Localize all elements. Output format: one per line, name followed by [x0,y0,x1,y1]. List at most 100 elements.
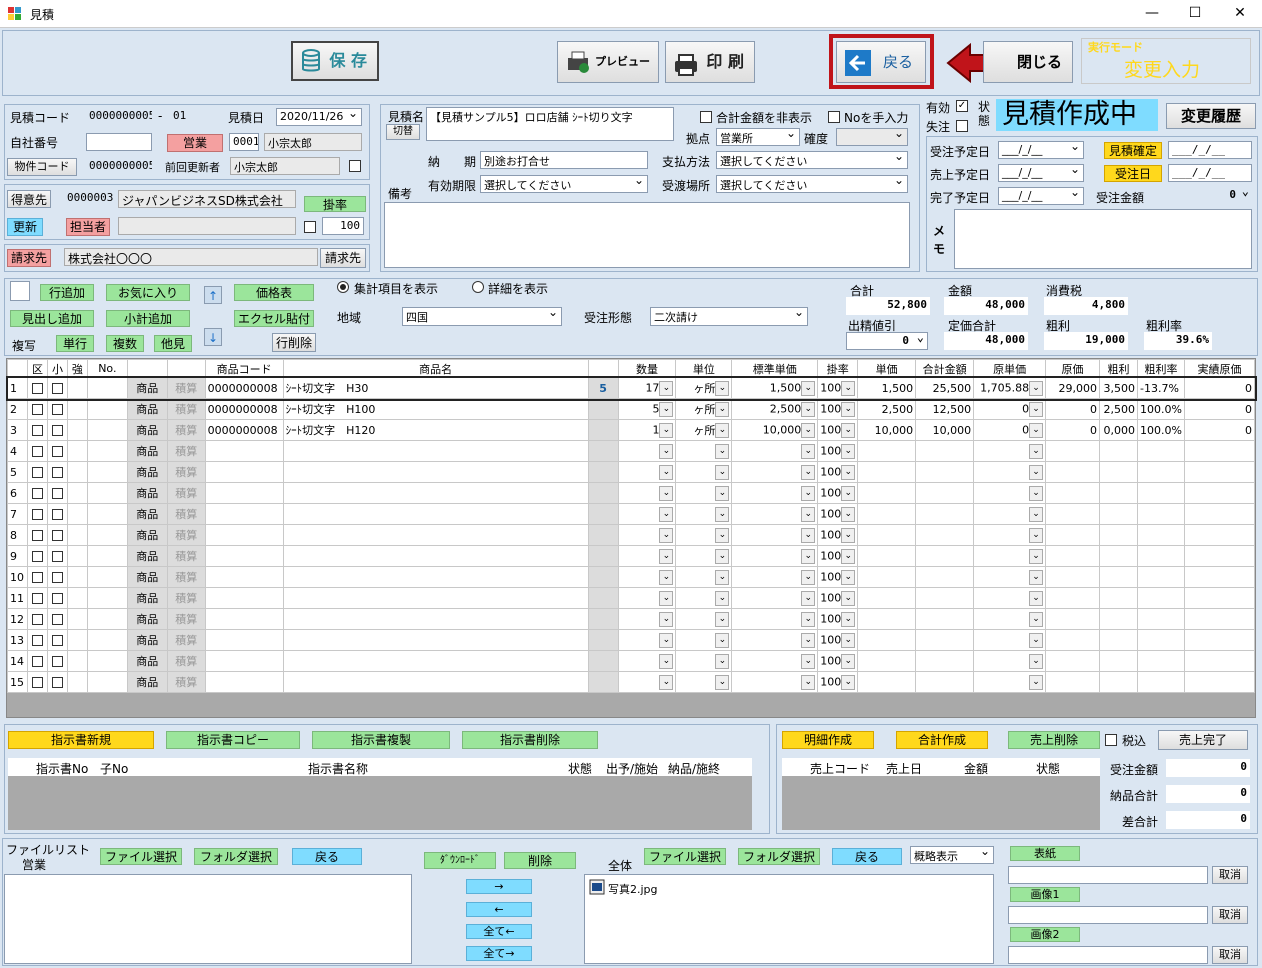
lost-checkbox[interactable] [956,120,968,132]
quantity[interactable]: ⌄ [617,545,677,567]
estimate-button[interactable]: 積算 [166,440,206,462]
cost[interactable] [1045,587,1100,609]
rate[interactable]: 100 ⌄ [817,608,859,630]
total-amount[interactable] [915,524,975,546]
row-mark[interactable] [587,440,619,462]
chevron-down-icon[interactable]: ⌄ [841,485,856,501]
actual-cost[interactable] [1183,650,1256,672]
all-file-list[interactable]: 写真2.jpg [584,874,994,964]
rate[interactable]: 100 ⌄ [817,545,859,567]
actual-cost[interactable]: 0 [1183,377,1256,399]
other-view-button[interactable]: 他見 [154,335,192,352]
unit[interactable]: ⌄ [675,650,733,672]
product-name[interactable]: ｼｰﾄ切文字 H30 [282,377,589,399]
dept-file-list[interactable] [4,874,412,964]
unit-price[interactable] [857,650,917,672]
checkbox[interactable] [51,635,63,646]
chevron-down-icon[interactable]: ⌄ [715,653,730,669]
product-button[interactable]: 商品 [126,377,168,399]
table-row[interactable]: 11 商品 積算 ⌄ ⌄ ⌄ 100 ⌄ ⌄ [7,587,1256,609]
quote-confirm-date[interactable]: ___/_/__ [1168,141,1252,159]
checkbox[interactable] [31,425,43,436]
sales-complete-button[interactable]: 売上完了 [1158,730,1248,750]
total-amount[interactable] [915,461,975,483]
row-small-checkbox[interactable] [26,608,48,630]
quantity[interactable]: 17 ⌄ [617,377,677,399]
file-item[interactable]: 写真2.jpg [589,879,658,898]
chevron-down-icon[interactable]: ⌄ [715,402,730,418]
standard-price[interactable]: ⌄ [731,566,819,588]
total-amount[interactable] [915,545,975,567]
chevron-down-icon[interactable]: ⌄ [1029,611,1044,627]
row-strong-checkbox[interactable] [46,545,68,567]
cost-unit-price[interactable]: ⌄ [973,545,1047,567]
product-code[interactable] [204,524,284,546]
chevron-down-icon[interactable]: ⌄ [659,548,674,564]
product-code[interactable] [204,545,284,567]
checkbox[interactable] [51,572,63,583]
gross-profit[interactable] [1099,545,1138,567]
excel-paste-button[interactable]: エクセル貼付 [234,310,314,327]
checkbox[interactable] [51,593,63,604]
gross-profit[interactable] [1099,650,1138,672]
order-date-button[interactable]: 受注日 [1104,165,1162,182]
product-name[interactable] [282,440,589,462]
image1-button[interactable]: 画像1 [1010,887,1080,902]
chevron-down-icon[interactable]: ⌄ [841,401,856,417]
checkbox[interactable] [31,551,43,562]
chevron-down-icon[interactable]: ⌄ [801,590,816,606]
checkbox[interactable] [51,488,63,499]
product-name[interactable] [282,629,589,651]
favorite-button[interactable]: お気に入り [106,284,190,301]
chevron-down-icon[interactable]: ⌄ [801,443,816,459]
total-create-button[interactable]: 合計作成 [896,731,988,749]
unit-price[interactable] [857,440,917,462]
row-no[interactable] [66,398,88,420]
row-no[interactable] [66,524,88,546]
product-button[interactable]: 商品 [126,587,168,609]
all-folder-select-button[interactable]: フォルダ選択 [738,848,820,865]
cost[interactable] [1045,671,1100,693]
move-all-right-button[interactable]: 全て→ [466,946,532,961]
cost-unit-price[interactable]: ⌄ [973,629,1047,651]
unit[interactable]: ⌄ [675,629,733,651]
actual-cost[interactable] [1183,482,1256,504]
product-name[interactable]: ｼｰﾄ切文字 H100 [282,398,589,420]
quote-date-picker[interactable]: 2020/11/26 [276,108,362,126]
add-row-button[interactable]: 行追加 [40,284,94,301]
row-small-checkbox[interactable] [26,482,48,504]
certainty-select[interactable] [836,128,908,146]
total-amount[interactable] [915,566,975,588]
gross-profit[interactable] [1099,671,1138,693]
chevron-down-icon[interactable]: ⌄ [659,422,674,438]
row-small-checkbox[interactable] [26,398,48,420]
sales-delete-button[interactable]: 売上削除 [1008,731,1100,749]
table-row[interactable]: 12 商品 積算 ⌄ ⌄ ⌄ 100 ⌄ ⌄ [7,608,1256,630]
chevron-down-icon[interactable]: ⌄ [1029,548,1044,564]
gross-rate[interactable] [1136,587,1185,609]
total-amount[interactable] [915,671,975,693]
gross-profit[interactable] [1099,587,1138,609]
chevron-down-icon[interactable]: ⌄ [801,548,816,564]
quantity[interactable]: 5 ⌄ [617,398,677,420]
chevron-down-icon[interactable]: ⌄ [801,380,816,396]
chevron-down-icon[interactable]: ⌄ [801,611,816,627]
chevron-down-icon[interactable]: ⌄ [715,548,730,564]
product-code[interactable] [204,440,284,462]
cost-unit-price[interactable]: ⌄ [973,503,1047,525]
checkbox[interactable] [31,509,43,520]
chevron-down-icon[interactable]: ⌄ [841,464,856,480]
cover-cancel-button[interactable]: 取消 [1212,866,1248,884]
checkbox[interactable] [31,677,43,688]
row-strong-checkbox[interactable] [46,608,68,630]
actual-cost[interactable]: 0 [1183,419,1256,441]
rate[interactable]: 100 ⌄ [817,650,859,672]
cost[interactable] [1045,524,1100,546]
product-name[interactable] [282,461,589,483]
row-small-checkbox[interactable] [26,650,48,672]
cost[interactable] [1045,482,1100,504]
rate-input[interactable]: 100 [322,217,364,235]
row-no[interactable] [66,545,88,567]
product-name[interactable] [282,608,589,630]
row-small-checkbox[interactable] [26,587,48,609]
